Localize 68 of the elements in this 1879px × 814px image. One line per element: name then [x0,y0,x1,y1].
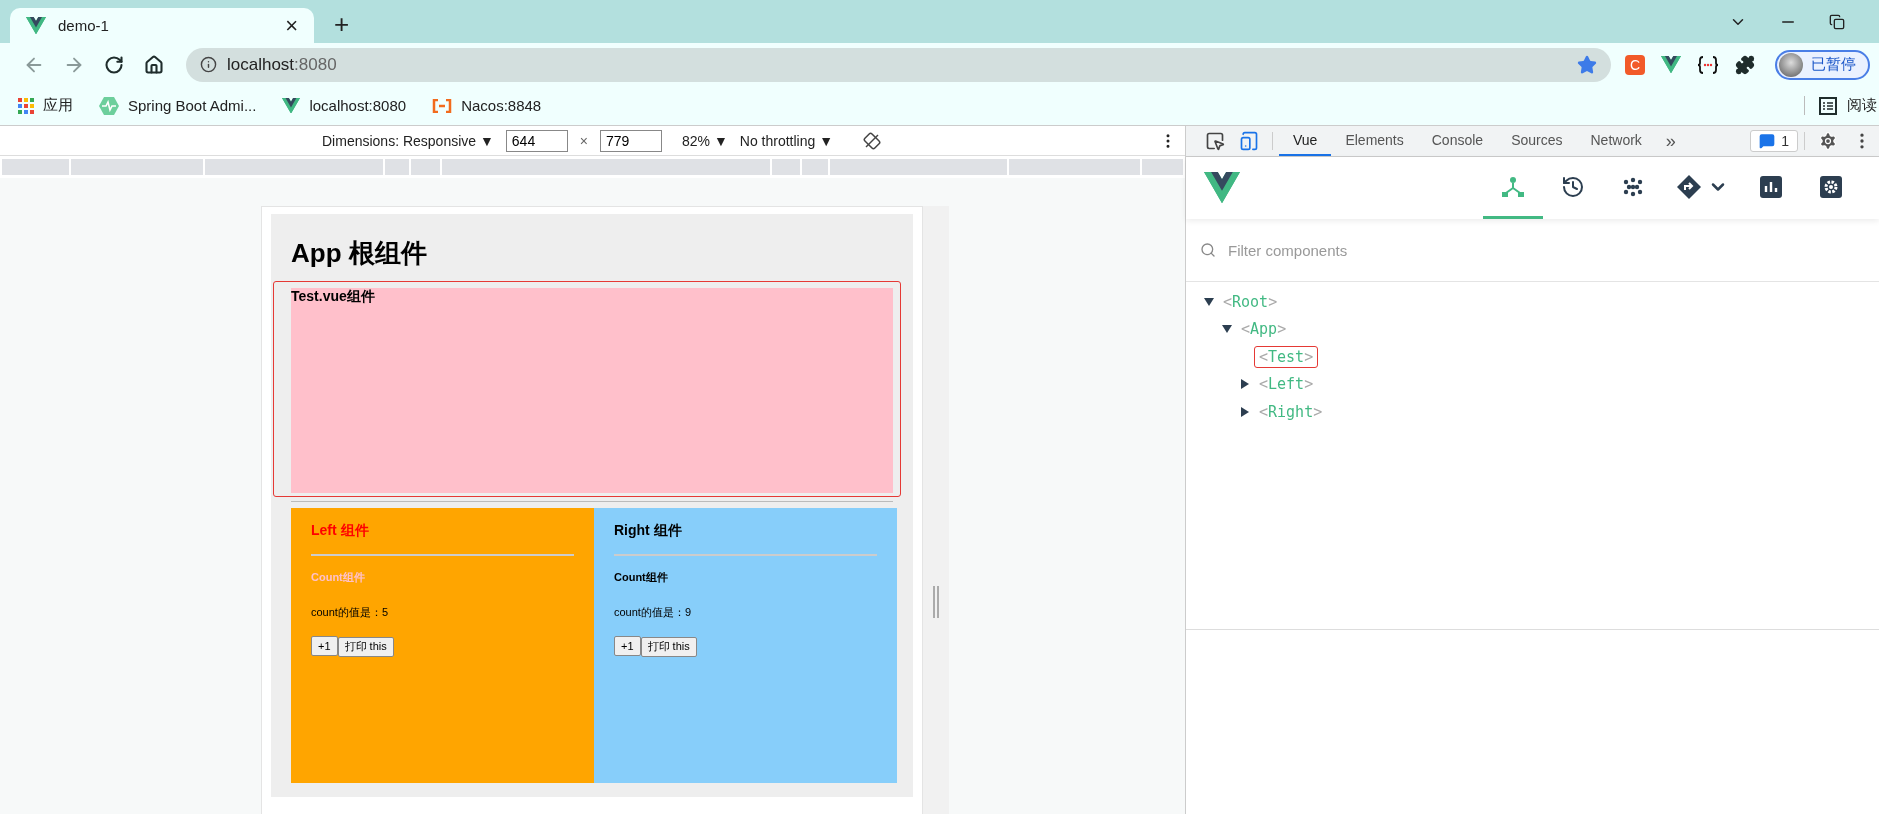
rotate-icon[interactable] [863,131,882,150]
vue-icon [282,97,301,114]
bookmark[interactable]: Nacos:8848 [432,97,542,114]
caret-right-icon[interactable] [1240,379,1250,390]
count-title: Count组件 [614,570,669,585]
apps-icon [18,97,34,114]
vue-icon [26,16,46,35]
new-tab-button[interactable]: + [328,8,356,40]
print-button[interactable]: 打印 this [640,636,697,657]
bracket-icon [432,98,453,113]
message-icon [1759,133,1776,149]
times-sign: × [579,132,588,149]
filter-field[interactable]: Filter components [1226,240,1879,260]
increment-button[interactable]: +1 [311,636,338,656]
signpost-icon [1676,173,1702,200]
issues-button[interactable]: 1 [1750,130,1798,152]
bookmark[interactable]: Spring Boot Admi... [99,96,257,115]
increment-button[interactable]: +1 [614,636,641,656]
width-field[interactable]: 644 [505,129,568,152]
braces-icon[interactable] [1697,54,1719,75]
devtools-tab[interactable]: Sources [1497,126,1577,156]
devtools-tab[interactable]: Network [1576,126,1656,156]
search-icon [1200,242,1216,258]
settings-icon [1820,175,1842,198]
app-title: App 根组件 [291,237,428,270]
reload-icon[interactable] [104,54,124,75]
device-icon[interactable] [1239,131,1259,151]
puzzle-icon[interactable] [1735,54,1755,75]
dimensions-dropdown[interactable]: Dimensions: Responsive ▼ [322,132,494,149]
more-tabs-button[interactable]: » [1655,126,1686,156]
star-icon[interactable] [1577,54,1597,75]
resize-handle[interactable] [932,586,940,618]
vue-icon[interactable] [1661,55,1681,74]
reading-list-button[interactable]: 阅读 [1804,96,1877,115]
panel-title: Right 组件 [614,522,683,540]
devtools-tab[interactable]: Elements [1331,126,1418,156]
chart-icon [1760,175,1782,198]
home-icon[interactable] [144,54,164,75]
history-icon [1561,174,1585,199]
vue-logo [1204,172,1240,204]
info-icon [200,56,217,73]
dots-icon [1622,175,1644,198]
list-icon [1819,96,1837,115]
zoom-dropdown[interactable]: 82% ▼ [682,132,728,149]
panel-title: Left 组件 [311,522,370,540]
count-value: count的值是：9 [614,605,693,620]
profile-button[interactable]: 已暂停 [1775,49,1870,80]
close-tab-button[interactable]: × [281,12,302,39]
throttling-dropdown[interactable]: No throttling ▼ [739,132,834,149]
count-title: Count组件 [311,570,366,585]
devtools-tab[interactable]: Vue [1279,126,1332,156]
tree-icon [1501,174,1525,199]
bookmark[interactable]: 应用 [18,96,73,115]
test-title: Test.vue组件 [291,288,375,304]
caret-right-icon[interactable] [1240,406,1250,417]
settings-icon[interactable] [1818,131,1838,151]
inspect-icon[interactable] [1205,131,1225,151]
count-value: count的值是：5 [311,605,390,620]
caret-down-icon[interactable] [1204,296,1214,307]
bookmark[interactable]: localhost:8080 [282,97,407,114]
restore-icon[interactable] [1829,13,1845,30]
devtools-tab[interactable]: Console [1417,126,1498,156]
print-button[interactable]: 打印 this [337,636,394,657]
address-bar[interactable]: localhost:8080 [186,47,1611,82]
pulse-icon [99,96,119,115]
height-field[interactable]: 779 [600,129,662,152]
browser-tab[interactable]: demo-1 × [10,8,314,43]
caret-down-icon[interactable] [1222,324,1232,335]
